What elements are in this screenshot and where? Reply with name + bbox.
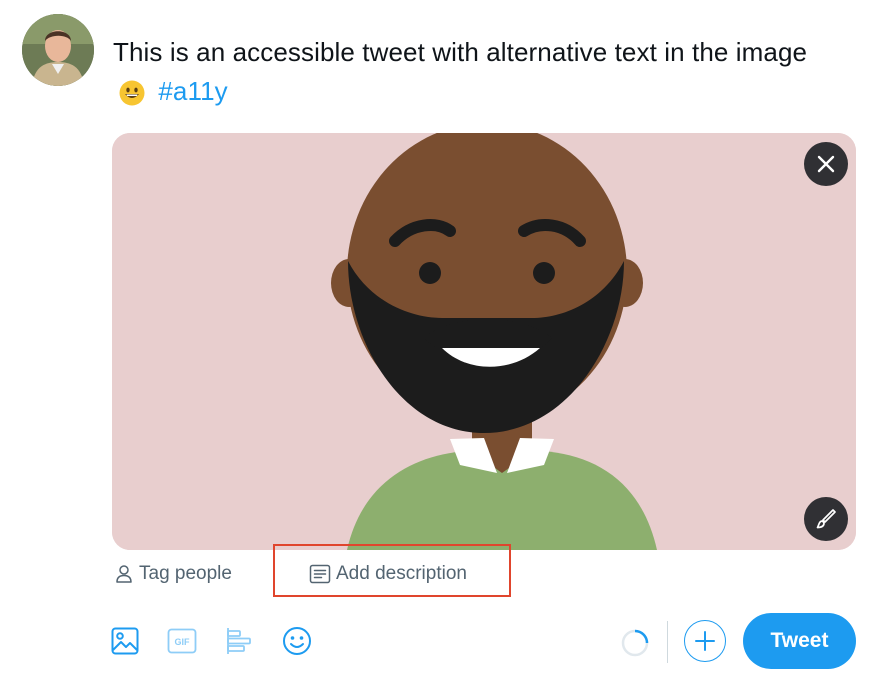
media-actions: Tag people Add description [112, 558, 532, 590]
tag-people-label: Tag people [139, 563, 232, 584]
tweet-body: This is an accessible tweet with alterna… [113, 37, 808, 67]
media-upload-button[interactable] [110, 626, 140, 656]
emoji-icon [283, 627, 311, 655]
media-preview [112, 133, 856, 550]
avatar[interactable] [22, 14, 94, 86]
edit-media-button[interactable] [804, 497, 848, 541]
add-description-label: Add description [336, 563, 467, 584]
close-icon [817, 155, 835, 173]
remove-media-button[interactable] [804, 142, 848, 186]
avatar-photo [22, 14, 94, 86]
grinning-emoji-icon [119, 78, 145, 117]
tweet-button[interactable]: Tweet [743, 613, 856, 669]
tweet-text[interactable]: This is an accessible tweet with alterna… [113, 33, 813, 117]
hashtag-link[interactable]: #a11y [158, 76, 227, 106]
emoji-picker-button[interactable] [282, 626, 312, 656]
image-icon [111, 627, 139, 655]
poll-button[interactable] [224, 626, 254, 656]
plus-icon [695, 631, 715, 651]
brush-icon [816, 509, 836, 529]
tag-people-button[interactable]: Tag people [114, 558, 232, 590]
gif-button[interactable]: GIF [167, 626, 197, 656]
description-icon [309, 564, 331, 584]
character-count-ring [621, 629, 649, 657]
add-tweet-button[interactable] [684, 620, 726, 662]
toolbar-divider [667, 621, 668, 663]
poll-icon [227, 628, 251, 654]
gif-icon: GIF [167, 628, 197, 654]
illustration-image [112, 133, 856, 550]
person-icon [116, 565, 132, 583]
add-description-button[interactable]: Add description [309, 558, 467, 590]
svg-text:GIF: GIF [175, 637, 191, 647]
